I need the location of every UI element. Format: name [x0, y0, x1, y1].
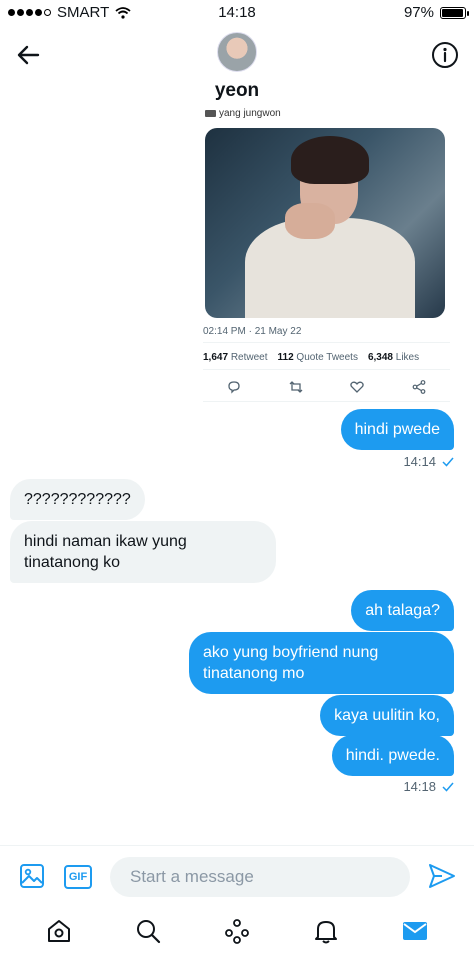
message-bubble-outgoing[interactable]: hindi pwede	[340, 409, 454, 450]
photo-shape-hand	[285, 203, 335, 239]
retweet-icon[interactable]	[288, 379, 304, 395]
message-composer: GIF	[0, 845, 474, 907]
quotes-label: Quote Tweets	[296, 351, 358, 363]
retweets-stat[interactable]: 1,647 Retweet	[203, 352, 268, 363]
info-icon	[432, 42, 458, 68]
tab-messages[interactable]	[401, 917, 429, 945]
likes-stat[interactable]: 6,348 Likes	[368, 352, 419, 363]
tab-search[interactable]	[134, 917, 162, 945]
message-input[interactable]	[110, 857, 410, 897]
gif-button[interactable]: GIF	[64, 865, 92, 889]
tweet-source-label: yang jungwon	[219, 107, 281, 119]
tweet-photo[interactable]	[205, 128, 445, 318]
tweet-timestamp: 02:14 PM · 21 May 22	[203, 326, 302, 337]
info-button[interactable]	[430, 40, 460, 70]
message-bubble-outgoing[interactable]: kaya uulitin ko,	[320, 695, 454, 736]
send-button[interactable]	[428, 863, 456, 889]
shared-tweet-card[interactable]: yang jungwon 02:14 PM · 21 May 22 1,647 …	[203, 104, 450, 404]
tweet-actions	[203, 372, 450, 402]
conversation-header: yeon	[0, 26, 474, 106]
quotes-count: 112	[277, 351, 294, 363]
notifications-icon	[315, 921, 338, 944]
search-icon	[136, 920, 160, 944]
message-bubble-incoming[interactable]: ????????????	[10, 479, 145, 520]
tab-notifications[interactable]	[312, 917, 340, 945]
message-timestamp: 14:18	[403, 779, 454, 794]
status-bar: SMART 14:18 97%	[0, 0, 474, 26]
sent-check-icon	[442, 782, 454, 792]
quotes-stat[interactable]: 112 Quote Tweets	[278, 352, 358, 363]
messages-icon	[403, 922, 428, 940]
back-button[interactable]	[14, 40, 44, 70]
image-icon	[20, 864, 44, 888]
tweet-source: yang jungwon	[205, 104, 450, 122]
message-bubble-incoming[interactable]: hindi naman ikaw yung tinatanong ko	[10, 521, 276, 583]
timestamp-text: 14:14	[403, 454, 436, 469]
photo-shape-hair	[291, 136, 369, 184]
tab-home[interactable]	[45, 917, 73, 945]
camera-icon	[205, 109, 216, 117]
battery-fill	[442, 8, 464, 17]
send-icon	[429, 864, 455, 888]
status-time: 14:18	[218, 4, 256, 21]
likes-count: 6,348	[367, 351, 393, 363]
tweet-stats: 1,647 Retweet 112 Quote Tweets 6,348 Lik…	[203, 342, 450, 370]
tab-spaces[interactable]	[223, 917, 251, 945]
battery-icon	[440, 6, 469, 19]
home-icon	[47, 920, 70, 942]
status-right: 97%	[403, 4, 469, 21]
timestamp-text: 14:18	[403, 779, 436, 794]
reply-icon[interactable]	[226, 379, 242, 395]
conversation-username[interactable]: yeon	[0, 80, 474, 102]
message-bubble-outgoing[interactable]: hindi. pwede.	[331, 735, 454, 776]
bottom-tab-bar	[0, 907, 474, 955]
sent-check-icon	[442, 457, 454, 467]
like-icon[interactable]	[349, 379, 365, 395]
likes-label: Likes	[395, 351, 420, 363]
battery-percent: 97%	[403, 4, 434, 21]
message-bubble-outgoing[interactable]: ah talaga?	[351, 590, 454, 631]
retweets-label: Retweet	[230, 351, 268, 363]
retweets-count: 1,647	[203, 351, 229, 363]
spaces-icon	[225, 919, 249, 944]
avatar[interactable]	[217, 32, 257, 72]
message-timestamp: 14:14	[403, 454, 454, 469]
arrow-left-icon	[17, 45, 40, 65]
share-icon[interactable]	[411, 379, 427, 395]
add-image-button[interactable]	[19, 863, 45, 889]
message-bubble-outgoing[interactable]: ako yung boyfriend nung tinatanong mo	[189, 632, 454, 694]
